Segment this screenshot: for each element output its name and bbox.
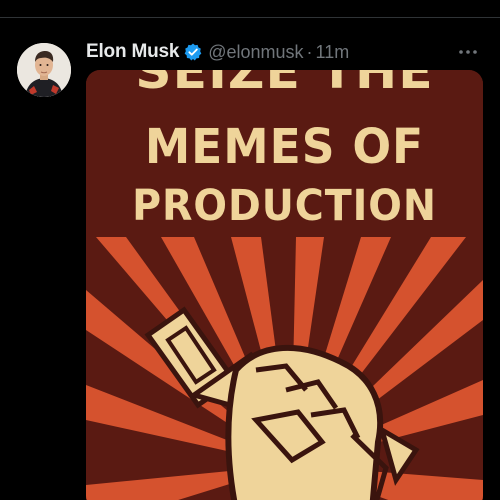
display-name[interactable]: Elon Musk [86,41,179,63]
screen: Elon Musk @elonmusk · 11m SEIZE THE MEME… [0,0,500,500]
more-options-icon [459,50,477,54]
user-handle[interactable]: @elonmusk [208,42,303,63]
tweet-media-image[interactable]: SEIZE THE MEMES OF PRODUCTION [86,70,483,500]
separator-dot: · [306,41,313,62]
verified-badge-icon [183,42,203,62]
poster-text-line: MEMES OF [144,119,425,175]
timestamp[interactable]: 11m [316,42,350,63]
tweet[interactable]: Elon Musk @elonmusk · 11m SEIZE THE MEME… [0,18,500,500]
poster-text-line: PRODUCTION [132,181,437,231]
avatar[interactable] [17,43,71,97]
tweet-header: Elon Musk @elonmusk · 11m [86,40,349,64]
poster-text-line: SEIZE THE [135,70,434,100]
more-options-button[interactable] [456,40,480,64]
